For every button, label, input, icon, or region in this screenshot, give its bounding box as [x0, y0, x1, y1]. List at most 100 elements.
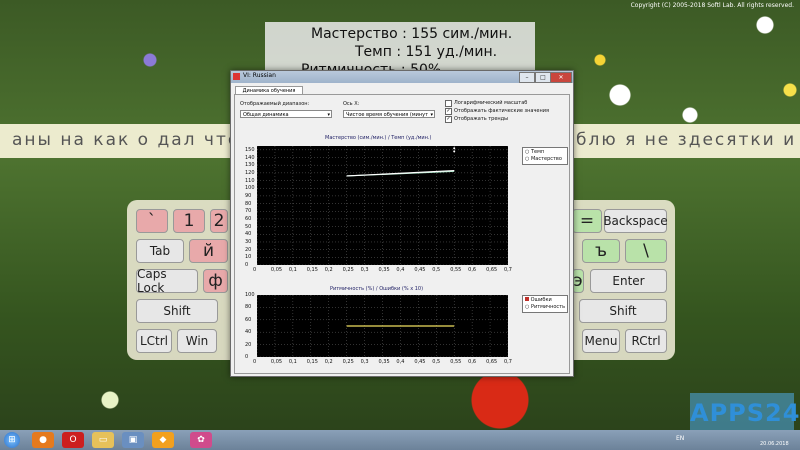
y-tick-label: 0	[245, 262, 249, 268]
minimize-button[interactable]: –	[519, 72, 535, 83]
x-tick-label: 0,15	[306, 359, 318, 365]
key-2[interactable]: 2	[210, 209, 228, 233]
key-backslash[interactable]: \	[625, 239, 667, 263]
key-rctrl[interactable]: RCtrl	[625, 329, 667, 353]
key-menu[interactable]: Menu	[582, 329, 620, 353]
y-tick-label: 70	[245, 208, 252, 215]
y-tick-label: 20	[245, 246, 252, 253]
x-tick-label: 0,6	[468, 267, 477, 273]
y-tick-label: 100	[245, 292, 255, 298]
start-button[interactable]: ⊞	[4, 432, 20, 448]
trends-checkbox[interactable]: ✓	[445, 116, 452, 123]
y-tick-label: 60	[245, 215, 252, 222]
key-f[interactable]: ф	[203, 269, 228, 293]
chart2-legend: Ошибки ○ Ритмичность	[522, 295, 568, 313]
key-1[interactable]: 1	[173, 209, 205, 233]
maximize-button[interactable]: □	[535, 72, 551, 83]
actual-values-checkbox[interactable]: ✓	[445, 108, 452, 115]
y-tick-label: 110	[245, 177, 255, 184]
y-tick-label: 60	[245, 316, 252, 323]
key-backtick[interactable]: `	[136, 209, 168, 233]
typing-tutor-icon[interactable]: ✿	[190, 432, 212, 448]
log-scale-checkbox[interactable]	[445, 100, 452, 107]
x-tick-label: 0,6	[468, 359, 477, 365]
y-tick-label: 80	[245, 304, 252, 311]
x-tick-label: 0,45	[414, 359, 426, 365]
x-tick-label: 0,55	[450, 267, 462, 273]
x-tick-label: 0	[253, 359, 257, 365]
x-tick-label: 0,2	[324, 359, 333, 365]
mastery-stat: Мастерство : 155 сим./мин.	[311, 26, 513, 42]
x-tick-label: 0,65	[486, 359, 498, 365]
y-tick-label: 90	[245, 192, 252, 199]
y-tick-label: 50	[245, 223, 252, 230]
legend-mastery: ○ Мастерство	[525, 156, 562, 162]
app-launcher-icon[interactable]: ◆	[152, 432, 174, 448]
axis-select-value: Чистое время обучения (минут	[346, 112, 428, 118]
taskbar: ⊞ ● O ▭ ▣ ◆ ✿ EN 20.06.2018	[0, 430, 800, 450]
legend-errors: Ошибки	[525, 297, 552, 303]
y-tick-label: 30	[245, 238, 252, 245]
key-backspace[interactable]: Backspace	[603, 209, 668, 233]
y-tick-label: 40	[245, 231, 252, 238]
key-equals[interactable]: =	[572, 209, 602, 233]
firefox-icon[interactable]: ●	[32, 432, 54, 448]
watermark-logo: APPS24	[690, 393, 799, 433]
y-tick-label: 10	[245, 254, 252, 261]
x-tick-label: 0,45	[414, 267, 426, 273]
key-caps-lock[interactable]: Caps Lock	[136, 267, 198, 295]
series-line	[346, 169, 455, 177]
x-tick-label: 0,1	[288, 267, 297, 273]
x-tick-label: 0,4	[396, 267, 405, 273]
y-tick-label: 100	[245, 185, 255, 192]
x-tick-label: 0	[253, 267, 257, 273]
copyright-text: Copyright (C) 2005-2018 Softl Lab. All r…	[630, 2, 794, 9]
practice-text: аны на как о дал что	[12, 130, 241, 150]
actual-values-label: Отображать фактические значения	[454, 108, 550, 114]
axis-select[interactable]: Чистое время обучения (минут ▾	[343, 110, 435, 118]
x-tick-label: 0,7	[504, 267, 512, 273]
chart1-title: Мастерство (сим./мин.) / Темп (уд./мин.)	[325, 135, 432, 141]
y-tick-label: 130	[245, 162, 255, 169]
range-select-value: Общая динамика	[243, 112, 289, 118]
y-tick-label: 150	[245, 146, 255, 153]
range-label: Отображаемый диапазон:	[240, 101, 310, 107]
tempo-stat: Темп : 151 уд./мин.	[355, 44, 498, 60]
trends-label: Отображать тренды	[454, 116, 509, 122]
x-tick-label: 0,05	[270, 267, 283, 273]
key-enter[interactable]: Enter	[590, 269, 667, 293]
display-icon[interactable]: ▣	[122, 432, 144, 448]
title-bar[interactable]: VI: Russian – □ ✕	[231, 71, 573, 83]
x-tick-label: 0,65	[486, 267, 498, 273]
legend-tempo: ○ Темп	[525, 149, 545, 155]
y-tick-label: 20	[245, 341, 252, 348]
x-tick-label: 0,5	[432, 267, 441, 273]
opera-icon[interactable]: O	[62, 432, 84, 448]
folder-icon[interactable]: ▭	[92, 432, 114, 448]
key-lctrl[interactable]: LCtrl	[136, 329, 172, 353]
language-indicator[interactable]: EN	[676, 435, 684, 442]
practice-text-right: блю я не здесятки и	[576, 130, 797, 150]
x-tick-label: 0,1	[288, 359, 297, 365]
key-y[interactable]: й	[189, 239, 228, 263]
x-tick-label: 0,55	[450, 359, 462, 365]
chevron-down-icon: ▾	[327, 112, 330, 118]
dynamics-panel: Отображаемый диапазон: Общая динамика ▾ …	[234, 94, 570, 374]
chart1-legend: ○ Темп ○ Мастерство	[522, 147, 568, 165]
x-tick-label: 0,15	[306, 267, 318, 273]
clock-date: 20.06.2018	[760, 441, 789, 447]
x-tick-label: 0,35	[378, 267, 390, 273]
key-hard-sign[interactable]: ъ	[582, 239, 620, 263]
x-tick-label: 0,3	[360, 267, 369, 273]
key-left-shift[interactable]: Shift	[136, 299, 218, 323]
data-point	[453, 150, 456, 153]
y-tick-label: 120	[245, 169, 255, 176]
range-select[interactable]: Общая динамика ▾	[240, 110, 332, 118]
app-icon	[233, 73, 240, 80]
log-scale-label: Логарифмический масштаб	[454, 100, 528, 106]
key-tab[interactable]: Tab	[136, 239, 184, 263]
key-right-shift[interactable]: Shift	[579, 299, 667, 323]
key-win[interactable]: Win	[177, 329, 217, 353]
close-button[interactable]: ✕	[550, 72, 572, 83]
y-tick-label: 0	[245, 354, 249, 360]
